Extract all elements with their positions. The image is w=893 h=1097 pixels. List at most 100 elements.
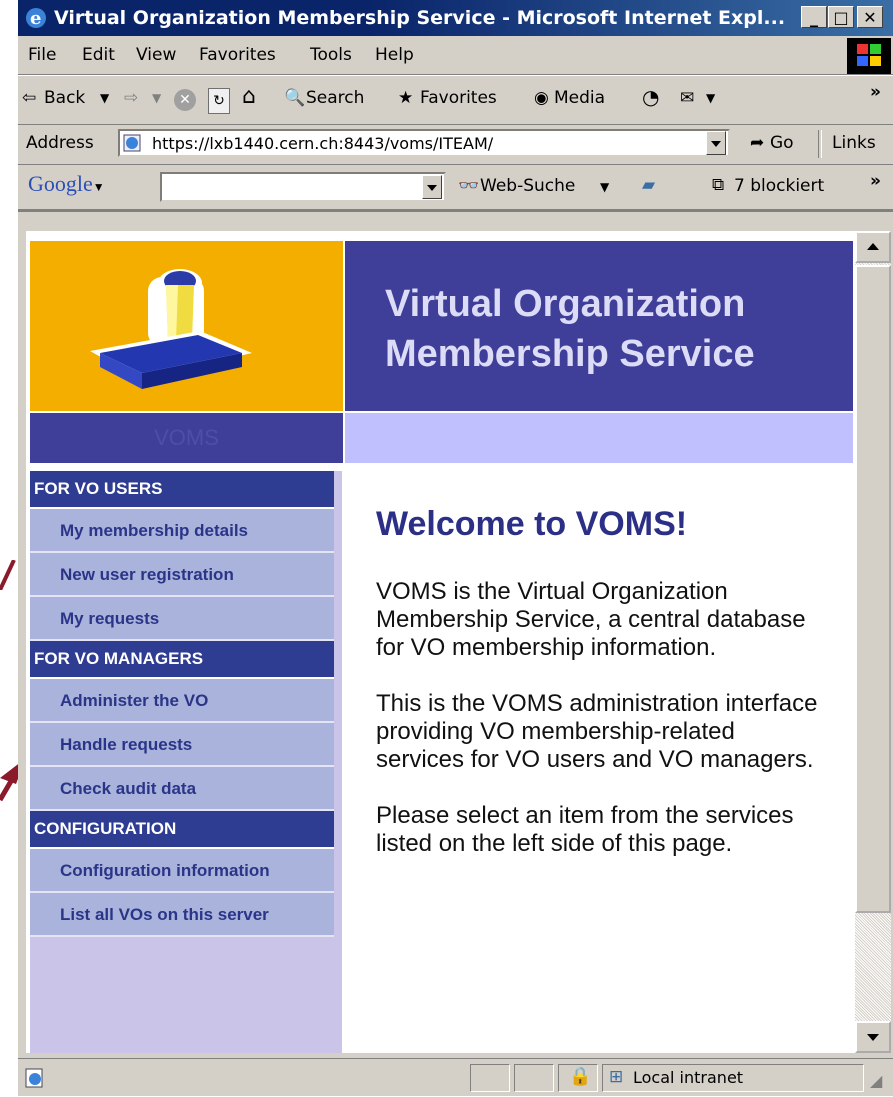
sidebar-nav: FOR VO USERS My membership details New u…	[30, 471, 342, 1053]
header-title: Virtual Organization Membership Service	[385, 279, 755, 379]
google-brand: Google	[28, 171, 93, 196]
menu-edit[interactable]: Edit	[82, 45, 115, 65]
nav-check-audit-data[interactable]: Check audit data	[30, 767, 334, 811]
status-panel-1	[470, 1064, 510, 1092]
favorites-button[interactable]: Favorites	[420, 88, 497, 108]
status-bar: 🔒 ⊞ Local intranet ◢	[18, 1058, 893, 1097]
toolbar-separator	[818, 130, 822, 158]
header-title-line1: Virtual Organization	[385, 283, 746, 325]
menu-bar: File Edit View Favorites Tools Help	[18, 36, 893, 75]
refresh-button-icon[interactable]: ↻	[208, 88, 230, 114]
links-button[interactable]: Links	[832, 133, 876, 153]
binoculars-icon: 👓	[458, 176, 480, 196]
status-panel-3: 🔒	[558, 1064, 598, 1092]
admin-paragraph: This is the VOMS administration interfac…	[376, 690, 818, 773]
favorites-star-icon: ★	[398, 88, 414, 108]
voms-label: VOMS	[154, 425, 219, 450]
intro-paragraph: VOMS is the Virtual Organization Members…	[376, 578, 806, 661]
address-input[interactable]: https://lxb1440.cern.ch:8443/voms/ITEAM/	[118, 129, 730, 157]
media-icon: ◉	[534, 88, 549, 108]
select-paragraph: Please select an item from the services …	[376, 802, 794, 857]
nav-my-requests[interactable]: My requests	[30, 597, 334, 641]
forward-button-icon[interactable]: ⇨	[124, 88, 138, 108]
nav-heading-configuration: CONFIGURATION	[30, 811, 334, 849]
close-button[interactable]: ✕	[857, 6, 883, 28]
nav-handle-requests[interactable]: Handle requests	[30, 723, 334, 767]
window-title: Virtual Organization Membership Service …	[54, 7, 786, 29]
pagerank-icon[interactable]: ▰	[642, 175, 655, 195]
google-logo[interactable]: Google▼	[28, 171, 105, 197]
scroll-down-button[interactable]	[855, 1021, 891, 1053]
popup-blocker-icon: ⧉	[712, 175, 725, 195]
popup-blocked-button[interactable]: 7 blockiert	[734, 176, 824, 196]
header-banner: Virtual Organization Membership Service	[345, 241, 853, 411]
toolbar-overflow-icon[interactable]: »	[870, 82, 881, 102]
menu-view[interactable]: View	[136, 45, 176, 65]
mail-button-icon[interactable]: ✉	[680, 88, 694, 108]
google-search-input[interactable]	[160, 172, 446, 202]
nav-new-user-registration[interactable]: New user registration	[30, 553, 334, 597]
resize-grip-icon[interactable]: ◢	[870, 1071, 882, 1090]
back-arrow-icon: ⇦	[22, 88, 37, 108]
go-button[interactable]: Go	[770, 133, 794, 153]
header-title-line2: Membership Service	[385, 333, 755, 375]
svg-text:e: e	[30, 8, 41, 29]
stop-button-icon[interactable]: ✕	[174, 89, 196, 111]
go-arrow-icon: ➦	[750, 133, 765, 153]
menu-file[interactable]: File	[28, 45, 56, 65]
history-button-icon[interactable]: ◔	[642, 85, 659, 109]
back-dropdown-icon[interactable]: ▼	[100, 91, 109, 105]
status-panel-2	[514, 1064, 554, 1092]
voms-label-bar: VOMS	[30, 413, 343, 463]
maximize-button[interactable]: □	[828, 6, 854, 28]
nav-heading-vo-managers: FOR VO MANAGERS	[30, 641, 334, 679]
scroll-thumb[interactable]	[855, 265, 891, 913]
welcome-heading: Welcome to VOMS!	[376, 505, 688, 543]
nav-list-all-vos[interactable]: List all VOs on this server	[30, 893, 334, 937]
mail-dropdown-icon[interactable]: ▼	[706, 91, 715, 105]
url-text: https://lxb1440.cern.ch:8443/voms/ITEAM/	[152, 134, 494, 153]
back-button[interactable]: Back	[44, 88, 85, 108]
page-icon	[123, 134, 141, 152]
standard-toolbar: ⇦ Back ▼ ⇨ ▼ ✕ ↻ ⌂ 🔍 Search ★ Favorites …	[18, 75, 893, 125]
google-overflow-icon[interactable]: »	[870, 171, 881, 191]
rubber-stamp-icon	[90, 269, 252, 389]
nav-administer-the-vo[interactable]: Administer the VO	[30, 679, 334, 723]
ie-logo-icon: e	[26, 8, 46, 29]
media-button[interactable]: Media	[554, 88, 605, 108]
page-status-icon	[25, 1068, 43, 1088]
voms-logo	[30, 241, 343, 411]
address-label: Address	[26, 133, 94, 153]
home-button-icon[interactable]: ⌂	[242, 84, 256, 109]
windows-logo-icon	[847, 38, 891, 74]
nav-configuration-information[interactable]: Configuration information	[30, 849, 334, 893]
web-search-dropdown-icon[interactable]: ▼	[600, 180, 609, 194]
title-bar[interactable]: e Virtual Organization Membership Servic…	[18, 0, 893, 36]
address-dropdown-button[interactable]	[706, 131, 726, 155]
main-content: Welcome to VOMS! VOMS is the Virtual Org…	[376, 491, 826, 886]
intranet-icon: ⊞	[609, 1067, 624, 1087]
google-search-dropdown[interactable]	[422, 175, 442, 199]
ssl-lock-icon: 🔒	[569, 1066, 592, 1087]
nav-my-membership-details[interactable]: My membership details	[30, 509, 334, 553]
nav-heading-vo-users: FOR VO USERS	[30, 471, 334, 509]
search-button[interactable]: Search	[306, 88, 364, 108]
scroll-up-button[interactable]	[855, 231, 891, 263]
google-dropdown-icon: ▼	[92, 180, 105, 194]
header-subbar	[345, 413, 853, 463]
search-icon: 🔍	[284, 88, 306, 108]
forward-dropdown-icon[interactable]: ▼	[152, 91, 161, 105]
vertical-scrollbar[interactable]	[855, 231, 891, 1053]
menu-help[interactable]: Help	[375, 45, 414, 65]
address-bar: Address https://lxb1440.cern.ch:8443/vom…	[18, 124, 893, 165]
status-panel-zone: ⊞ Local intranet	[602, 1064, 864, 1092]
browser-window: e Virtual Organization Membership Servic…	[18, 0, 893, 1096]
menu-favorites[interactable]: Favorites	[199, 45, 276, 65]
content-frame-border	[18, 210, 893, 212]
page-viewport: Virtual Organization Membership Service …	[26, 231, 855, 1053]
minimize-button[interactable]: _	[801, 6, 827, 28]
zone-label: Local intranet	[633, 1068, 744, 1087]
web-search-button[interactable]: Web-Suche	[480, 176, 575, 196]
menu-tools[interactable]: Tools	[310, 45, 352, 65]
google-toolbar: Google▼ 👓 Web-Suche ▼ ▰ ⧉ 7 blockiert »	[18, 165, 893, 210]
